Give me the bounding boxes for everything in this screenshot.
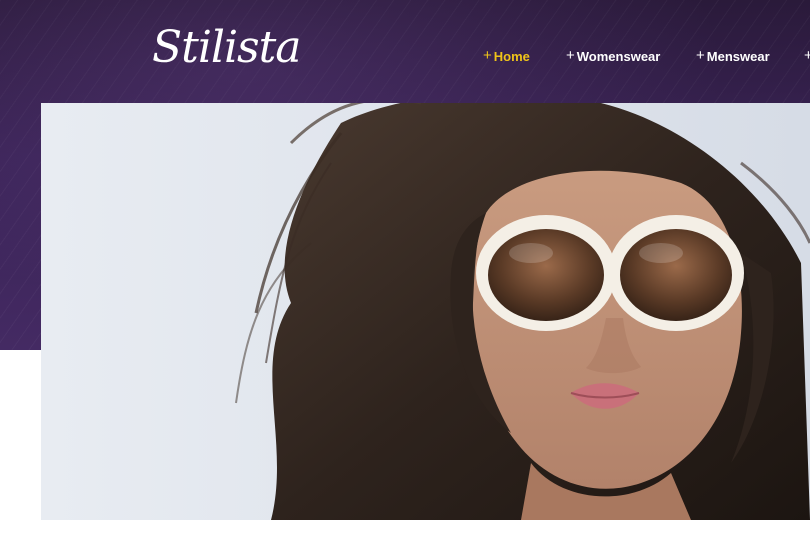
plus-icon: +: [566, 47, 575, 64]
plus-icon: +: [696, 47, 705, 64]
main-nav: + Home + Womenswear + Menswear +: [0, 45, 810, 67]
nav-item-womenswear[interactable]: + Womenswear: [566, 45, 660, 67]
nav-item-home[interactable]: + Home: [483, 45, 530, 67]
nav-item-label: Menswear: [706, 48, 770, 64]
nav-item-label: Home: [493, 48, 530, 64]
plus-icon: +: [804, 47, 810, 64]
nav-item-menswear[interactable]: + Menswear: [696, 45, 770, 67]
nav-item-label: Womenswear: [576, 48, 661, 64]
hero-banner[interactable]: [41, 103, 810, 520]
plus-icon: +: [483, 47, 492, 64]
hero-image: [41, 103, 810, 520]
nav-item-more[interactable]: +: [804, 45, 810, 67]
